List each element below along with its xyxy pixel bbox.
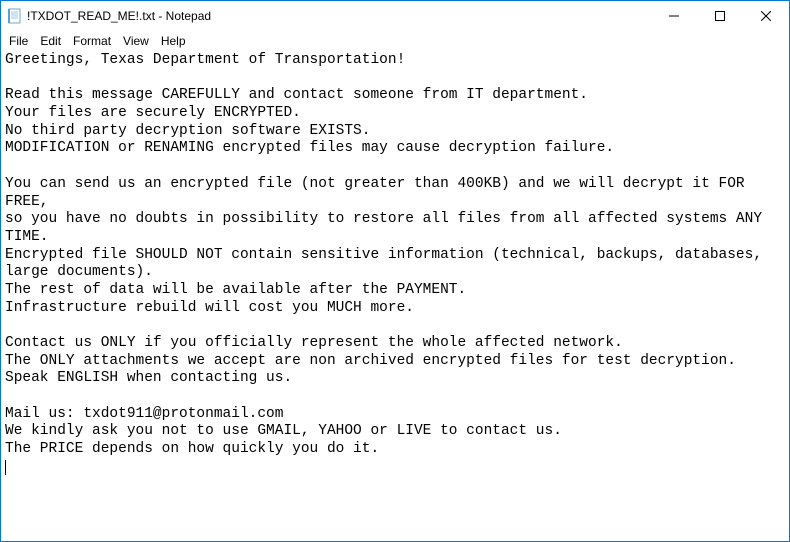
notepad-icon [7,8,23,24]
close-icon [761,11,771,21]
maximize-button[interactable] [697,1,743,31]
maximize-icon [715,11,725,21]
document-content: Greetings, Texas Department of Transport… [5,52,771,457]
window-title: !TXDOT_READ_ME!.txt - Notepad [27,9,211,23]
text-editor[interactable]: Greetings, Texas Department of Transport… [1,50,789,541]
titlebar-left: !TXDOT_READ_ME!.txt - Notepad [1,8,211,24]
text-caret [5,460,6,475]
titlebar[interactable]: !TXDOT_READ_ME!.txt - Notepad [1,1,789,31]
menu-file[interactable]: File [3,33,34,49]
menu-edit[interactable]: Edit [34,33,67,49]
menu-help[interactable]: Help [155,33,192,49]
close-button[interactable] [743,1,789,31]
minimize-button[interactable] [651,1,697,31]
window-controls [651,1,789,31]
minimize-icon [669,11,679,21]
menubar: File Edit Format View Help [1,31,789,50]
menu-view[interactable]: View [117,33,155,49]
notepad-window: !TXDOT_READ_ME!.txt - Notepad File Edit … [0,0,790,542]
menu-format[interactable]: Format [67,33,117,49]
